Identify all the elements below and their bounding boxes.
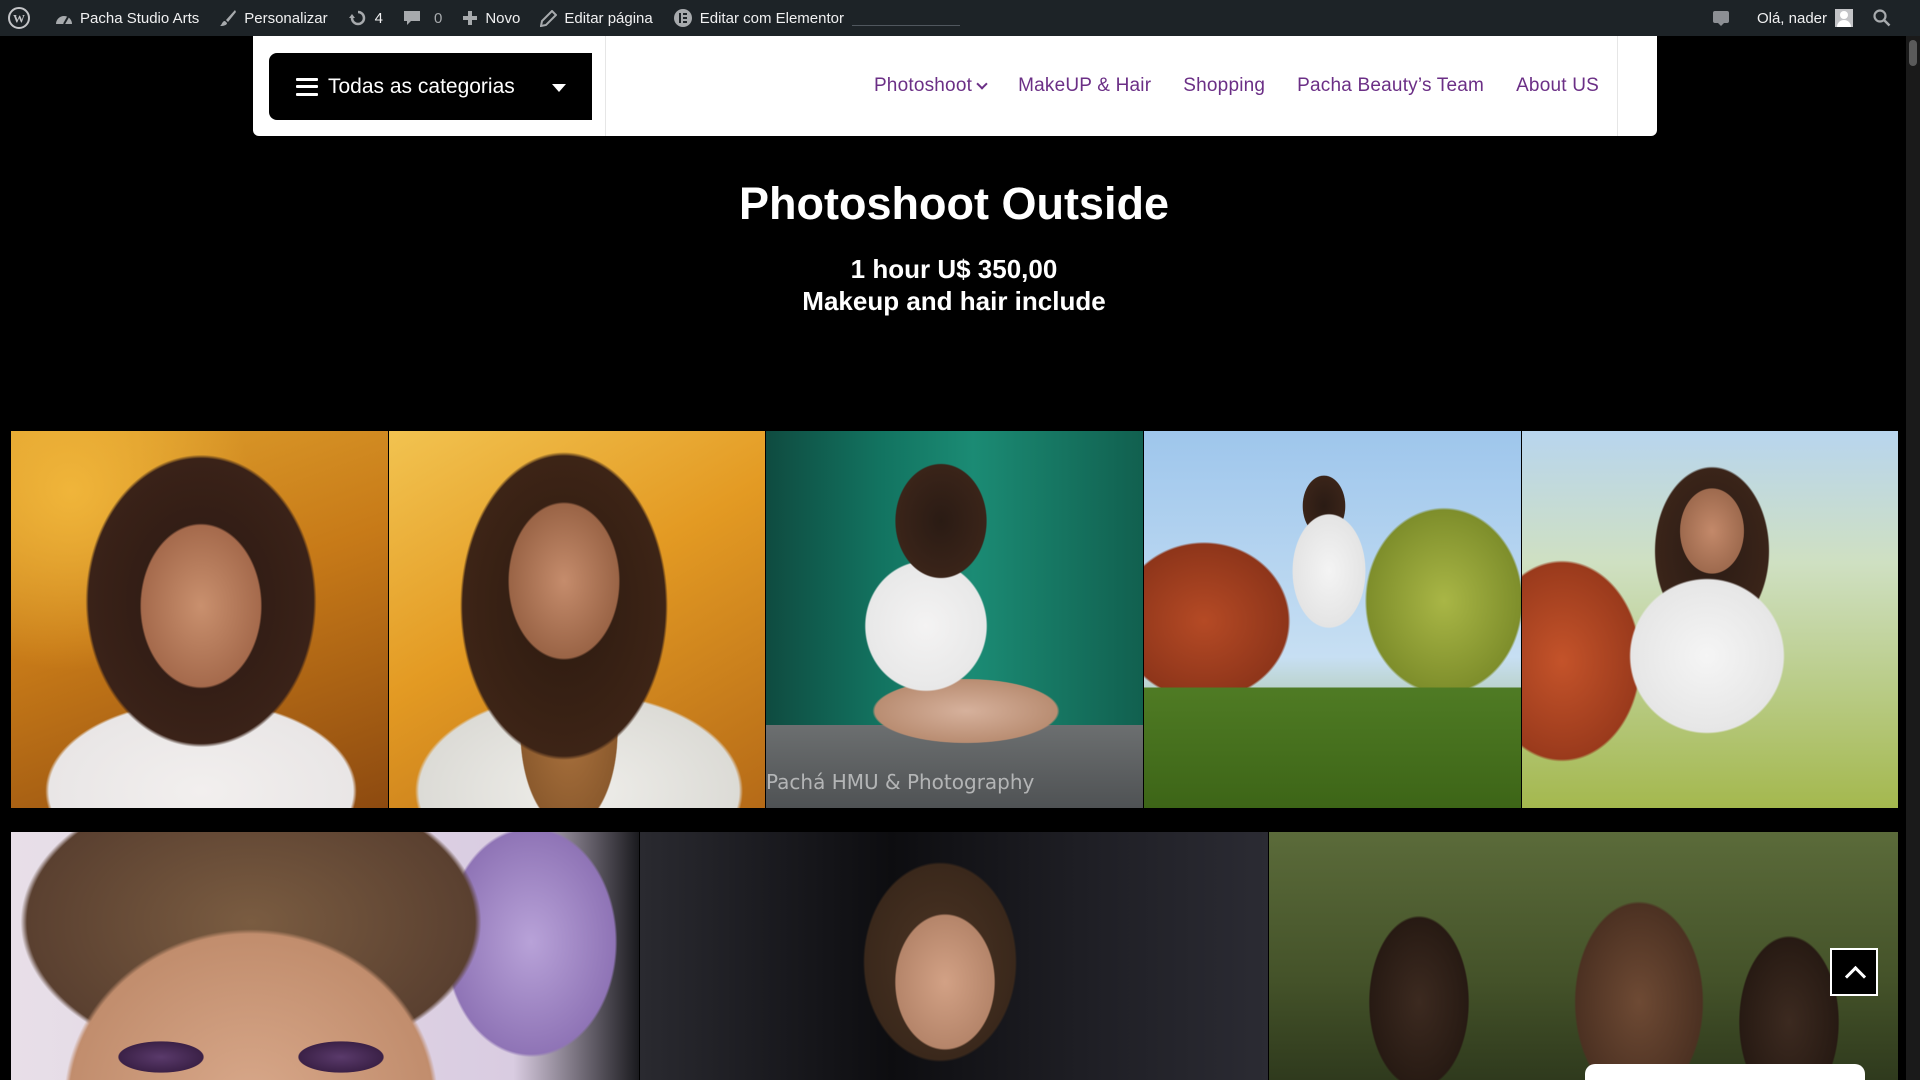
nav-item-label: Shopping bbox=[1183, 75, 1266, 96]
updates-count: 4 bbox=[374, 9, 383, 27]
site-header: Todas as categorias Photoshoot MakeUP & … bbox=[253, 36, 1657, 136]
updates-link[interactable]: 4 bbox=[338, 0, 393, 36]
header-divider bbox=[605, 36, 606, 136]
photo-watermark: Pachá HMU & Photography bbox=[766, 770, 1035, 794]
svg-text:W: W bbox=[13, 12, 25, 26]
price-text: 1 hour U$ 350,00 bbox=[850, 254, 1058, 284]
caret-down-icon bbox=[552, 84, 566, 92]
wordpress-logo-icon[interactable]: W bbox=[0, 0, 45, 36]
gallery-image[interactable] bbox=[766, 431, 1143, 808]
admin-bar: W Pacha Studio Arts Personalizar 4 0 Nov… bbox=[0, 0, 1920, 36]
site-name-label: Pacha Studio Arts bbox=[80, 9, 200, 27]
gallery-image[interactable] bbox=[1269, 832, 1898, 1080]
comments-count: 0 bbox=[433, 9, 443, 27]
all-categories-button[interactable]: Todas as categorias bbox=[269, 53, 592, 120]
site-name-link[interactable]: Pacha Studio Arts bbox=[45, 0, 209, 36]
chat-widget-tab[interactable] bbox=[1585, 1064, 1865, 1080]
gallery-image[interactable] bbox=[1144, 431, 1521, 808]
dashboard-icon bbox=[56, 16, 72, 25]
customize-label: Personalizar bbox=[244, 9, 328, 27]
my-account-link[interactable]: Olá, nader bbox=[1747, 0, 1863, 36]
gallery-image[interactable] bbox=[11, 832, 639, 1080]
header-divider bbox=[1617, 36, 1618, 136]
nav-item-team[interactable]: Pacha Beauty’s Team bbox=[1297, 75, 1484, 97]
brush-icon bbox=[220, 10, 237, 26]
avatar bbox=[1835, 9, 1853, 27]
edit-page-link[interactable]: Editar página bbox=[530, 0, 662, 36]
nav-item-makeup-hair[interactable]: MakeUP & Hair bbox=[1018, 75, 1151, 97]
comments-link[interactable]: 0 bbox=[393, 0, 452, 36]
notifications-icon[interactable] bbox=[1702, 0, 1747, 36]
nav-item-label: Pacha Beauty’s Team bbox=[1297, 75, 1485, 96]
scroll-to-top-button[interactable] bbox=[1830, 948, 1878, 996]
edit-elementor-link[interactable]: Editar com Elementor bbox=[663, 0, 970, 36]
gallery-image[interactable] bbox=[1522, 431, 1898, 808]
admin-bar-right: Olá, nader bbox=[1702, 0, 1920, 36]
menu-icon bbox=[296, 77, 318, 96]
page-title: Photoshoot Outside bbox=[739, 178, 1169, 229]
page-scrollbar[interactable] bbox=[1906, 36, 1920, 1080]
plus-icon bbox=[463, 11, 478, 25]
all-categories-label: Todas as categorias bbox=[328, 74, 515, 98]
chevron-down-icon bbox=[976, 78, 988, 90]
updates-icon bbox=[348, 10, 365, 26]
new-content-link[interactable]: Novo bbox=[452, 0, 530, 36]
search-icon[interactable] bbox=[1863, 0, 1920, 36]
nav-item-label: About US bbox=[1516, 75, 1599, 96]
pencil-icon bbox=[540, 9, 558, 27]
main-nav: Photoshoot MakeUP & Hair Shopping Pacha … bbox=[874, 36, 1599, 136]
scrollbar-thumb[interactable] bbox=[1909, 40, 1917, 66]
nav-item-shopping[interactable]: Shopping bbox=[1183, 75, 1265, 97]
greeting-label: Olá, nader bbox=[1756, 9, 1827, 27]
admin-bar-divider bbox=[851, 24, 960, 26]
gallery-image[interactable] bbox=[11, 431, 388, 808]
nav-item-label: MakeUP & Hair bbox=[1018, 75, 1152, 96]
new-label: Novo bbox=[485, 9, 521, 27]
nav-item-label: Photoshoot bbox=[873, 75, 973, 96]
includes-text: Makeup and hair include bbox=[802, 286, 1106, 316]
elementor-icon bbox=[673, 9, 692, 27]
comment-icon bbox=[403, 11, 420, 25]
nav-item-about[interactable]: About US bbox=[1516, 75, 1599, 97]
nav-item-photoshoot[interactable]: Photoshoot bbox=[873, 75, 988, 97]
edit-elementor-label: Editar com Elementor bbox=[699, 9, 844, 27]
gallery-image[interactable] bbox=[640, 832, 1268, 1080]
edit-page-label: Editar página bbox=[564, 9, 653, 27]
customize-link[interactable]: Personalizar bbox=[209, 0, 337, 36]
gallery-image[interactable] bbox=[389, 431, 765, 808]
